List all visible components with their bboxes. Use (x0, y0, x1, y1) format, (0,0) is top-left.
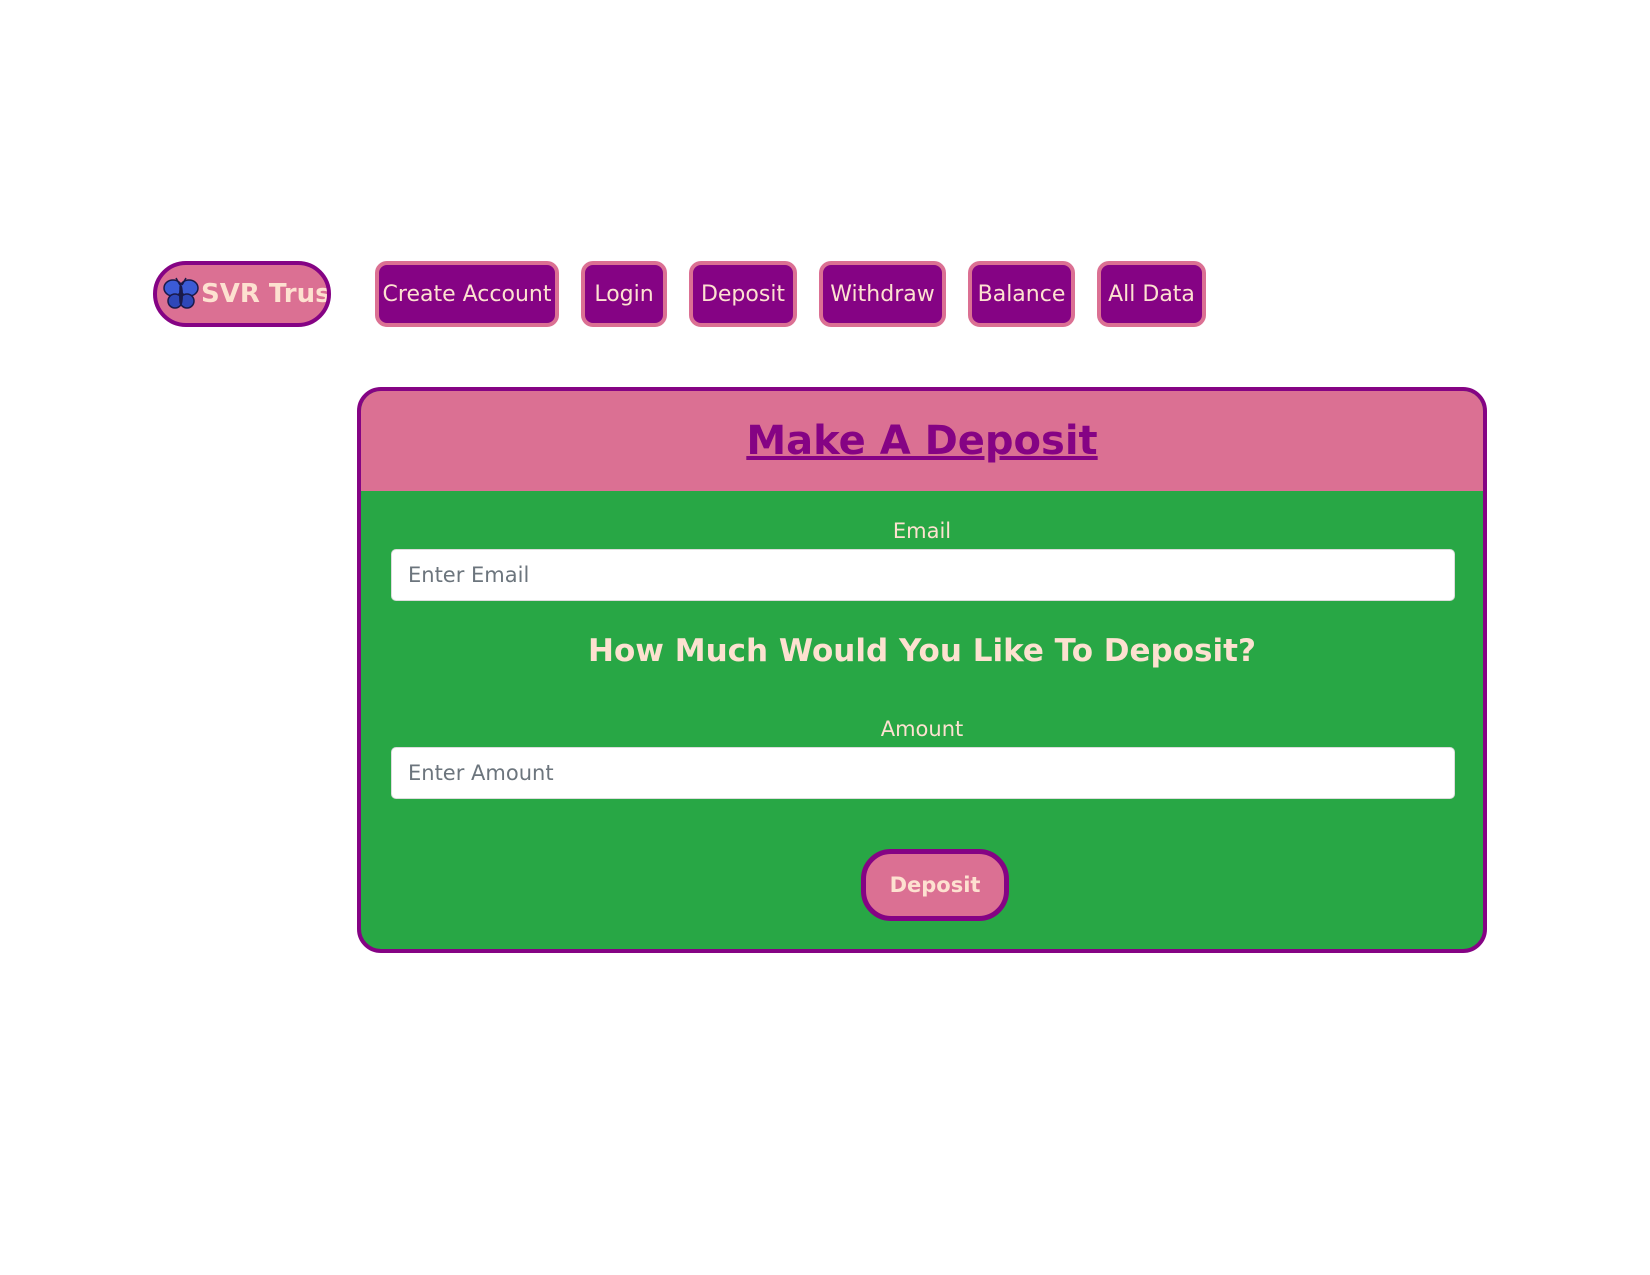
nav-deposit-button[interactable]: Deposit (689, 261, 797, 327)
deposit-submit-button[interactable]: Deposit (861, 849, 1009, 921)
nav-withdraw-button[interactable]: Withdraw (819, 261, 946, 327)
nav-create-account-button[interactable]: Create Account (375, 261, 559, 327)
page: SVR Trust Create Account Login Deposit W… (0, 0, 1650, 1275)
nav-login-button[interactable]: Login (581, 261, 667, 327)
deposit-question: How Much Would You Like To Deposit? (588, 633, 1256, 669)
email-field[interactable] (391, 549, 1455, 601)
nav-balance-button[interactable]: Balance (968, 261, 1075, 327)
brand-name: SVR Trust (201, 279, 331, 309)
deposit-card: Make A Deposit Email How Much Would You … (357, 387, 1487, 953)
card-title: Make A Deposit (746, 418, 1098, 464)
amount-field[interactable] (391, 747, 1455, 799)
email-label: Email (892, 519, 952, 543)
butterfly-icon (163, 276, 199, 312)
amount-label: Amount (880, 717, 964, 741)
brand-logo-link[interactable]: SVR Trust (153, 261, 331, 327)
nav-all-data-button[interactable]: All Data (1097, 261, 1206, 327)
navbar: SVR Trust Create Account Login Deposit W… (153, 261, 1228, 327)
card-body: Email How Much Would You Like To Deposit… (361, 491, 1483, 949)
card-header: Make A Deposit (361, 391, 1483, 491)
